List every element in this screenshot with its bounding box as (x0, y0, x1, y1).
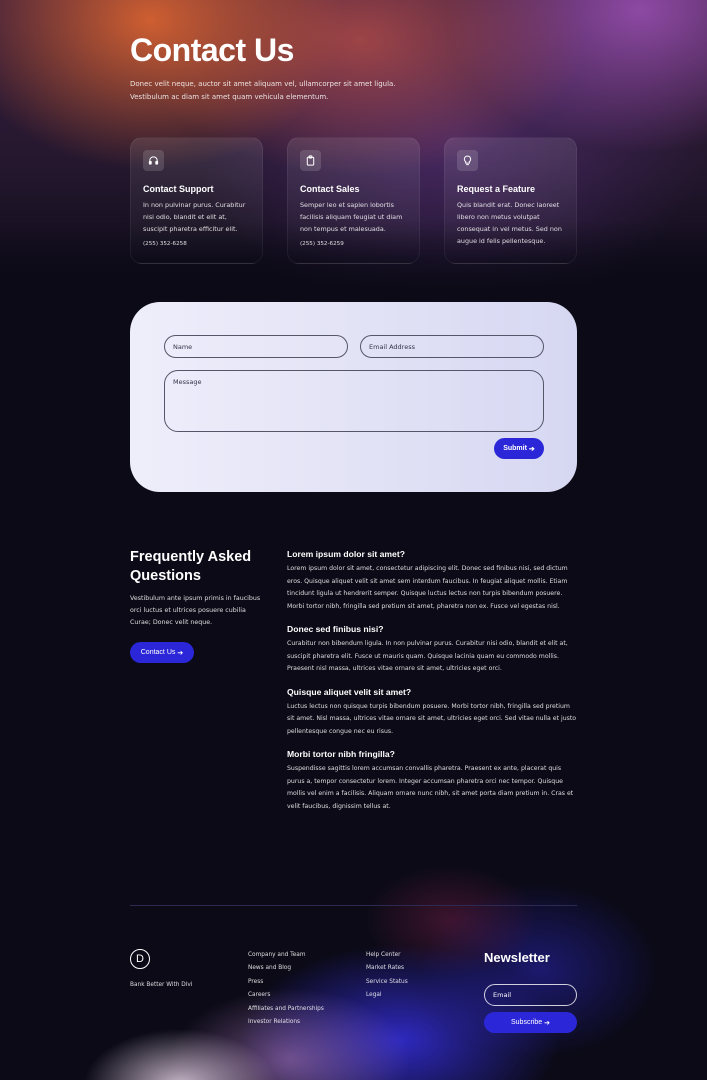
card-text: Quis blandit erat. Donec laoreet libero … (457, 201, 562, 245)
footer-link[interactable]: Service Status (366, 976, 408, 989)
faq-question: Donec sed finibus nisi? (287, 624, 384, 634)
footer-link[interactable]: Company and Team (248, 949, 324, 962)
subscribe-button[interactable]: Subscribe ➔ (484, 1012, 577, 1033)
card-title: Request a Feature (457, 184, 536, 194)
footer-tagline: Bank Better With Divi (130, 982, 193, 988)
message-textarea[interactable]: Message (164, 370, 544, 432)
contact-sales-card: Contact Sales Semper leo et sapien lobor… (287, 137, 420, 264)
newsletter-email-input[interactable]: Email (484, 984, 577, 1006)
footer-link[interactable]: Affiliates and Partnerships (248, 1003, 324, 1016)
subscribe-label: Subscribe (510, 1019, 543, 1026)
footer-divider (130, 905, 577, 906)
footer-link[interactable]: Investor Relations (248, 1016, 324, 1029)
footer-link[interactable]: Legal (366, 989, 408, 1002)
faq-question: Quisque aliquet velit sit amet? (287, 686, 412, 697)
newsletter-title: Newsletter (484, 950, 550, 965)
faq-intro: Vestibulum ante ipsum primis in faucibus… (130, 595, 261, 626)
logo-letter: D (136, 953, 144, 965)
card-title: Contact Sales (300, 184, 360, 194)
footer-background-glow (0, 860, 707, 1080)
footer-links-support: Help Center Market Rates Service Status … (366, 949, 408, 1003)
contact-form: Name Email Address Message Submit ➔ (130, 302, 577, 492)
request-feature-card: Request a Feature Quis blandit erat. Don… (444, 137, 577, 264)
arrow-right-icon: ➔ (544, 1019, 550, 1027)
clipboard-icon (300, 150, 321, 171)
faq-answer: Suspendisse sagittis lorem accumsan conv… (287, 765, 574, 810)
footer-link[interactable]: Press (248, 976, 324, 989)
faq-title: Frequently Asked Questions (130, 549, 252, 584)
email-input[interactable]: Email Address (360, 335, 544, 358)
submit-button[interactable]: Submit ➔ (494, 438, 544, 459)
contact-support-card: Contact Support In non pulvinar purus. C… (130, 137, 263, 264)
page-title: Contact Us (130, 32, 294, 68)
card-phone[interactable]: (255) 352-6258 (143, 241, 250, 247)
faq-answer: Curabitur non bibendum ligula. In non pu… (287, 640, 568, 672)
submit-label: Submit (503, 445, 527, 452)
faq-list: Lorem ipsum dolor sit amet? Lorem ipsum … (287, 548, 579, 823)
hero-subtitle: Donec velit neque, auctor sit amet aliqu… (130, 80, 396, 101)
card-text: In non pulvinar purus. Curabitur nisi od… (143, 201, 246, 233)
card-title: Contact Support (143, 184, 214, 194)
footer-link[interactable]: News and Blog (248, 962, 324, 975)
card-text: Semper leo et sapien lobortis facilisis … (300, 201, 403, 233)
faq-item: Lorem ipsum dolor sit amet? Lorem ipsum … (287, 548, 579, 613)
contact-page: Contact Us Donec velit neque, auctor sit… (0, 0, 707, 1080)
headphones-icon (143, 150, 164, 171)
arrow-right-icon: ➔ (528, 445, 535, 453)
faq-item: Donec sed finibus nisi? Curabitur non bi… (287, 623, 579, 676)
name-input[interactable]: Name (164, 335, 348, 358)
footer-link[interactable]: Help Center (366, 949, 408, 962)
card-phone[interactable]: (255) 352-6259 (300, 241, 407, 247)
footer-links-company: Company and Team News and Blog Press Car… (248, 949, 324, 1029)
footer-link[interactable]: Market Rates (366, 962, 408, 975)
faq-item: Morbi tortor nibh fringilla? Suspendisse… (287, 748, 579, 813)
contact-us-label: Contact Us (140, 649, 176, 656)
lightbulb-icon (457, 150, 478, 171)
faq-question: Lorem ipsum dolor sit amet? (287, 549, 405, 559)
footer-link[interactable]: Careers (248, 989, 324, 1002)
divi-logo-icon[interactable]: D (130, 949, 150, 969)
faq-question: Morbi tortor nibh fringilla? (287, 749, 395, 759)
faq-answer: Lorem ipsum dolor sit amet, consectetur … (287, 565, 568, 610)
arrow-right-icon: ➔ (177, 649, 184, 657)
contact-us-button[interactable]: Contact Us ➔ (130, 642, 194, 663)
faq-answer: Luctus lectus non quisque turpis bibendu… (287, 702, 577, 735)
faq-item: Quisque aliquet velit sit amet? Luctus l… (287, 686, 579, 739)
